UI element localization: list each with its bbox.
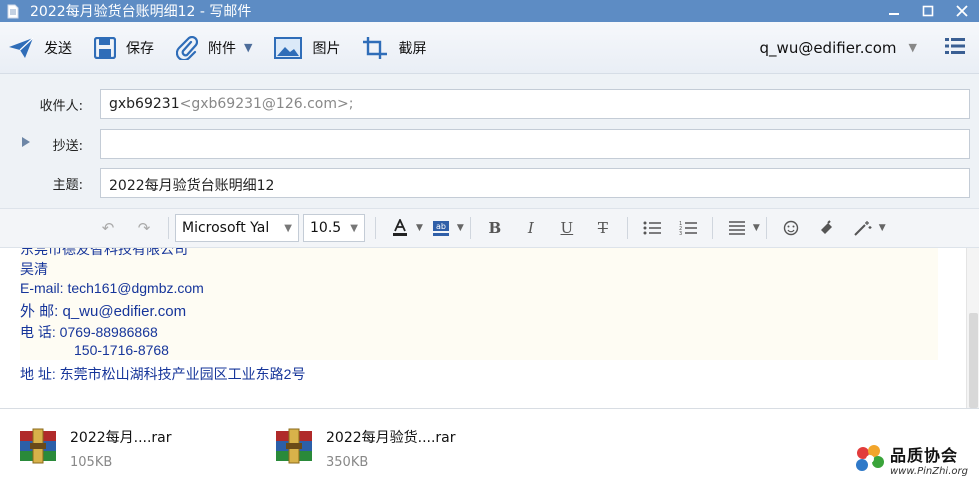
- attach-button[interactable]: 附件 ▼: [168, 30, 260, 66]
- bold-icon[interactable]: B: [482, 215, 508, 241]
- watermark-logo: 品质协会 www.PinZhi.org: [850, 440, 975, 478]
- svg-text:ab: ab: [436, 222, 446, 231]
- signature-name: 吴清: [20, 261, 48, 277]
- title-bar: 2022每月验货台账明细12 - 写邮件: [0, 0, 979, 22]
- bullet-list-icon[interactable]: [639, 215, 665, 241]
- subject-label: 主题:: [52, 178, 83, 193]
- account-selector[interactable]: q_wu@edifier.com ▼: [760, 39, 917, 57]
- attachment-name: 2022每月....rar: [70, 430, 172, 446]
- signature-external-email: 外 邮: q_wu@edifier.com: [20, 303, 187, 320]
- attachment-size: 350KB: [326, 455, 369, 470]
- window-title: 2022每月验货台账明细12 - 写邮件: [30, 4, 252, 20]
- rar-archive-icon: [20, 428, 56, 464]
- maximize-icon[interactable]: [911, 0, 945, 22]
- attachments-area: 2022每月....rar 105KB 2022每月验货....rar 350K…: [0, 408, 979, 479]
- align-icon[interactable]: [724, 215, 750, 241]
- chevron-down-icon[interactable]: ▼: [244, 41, 252, 54]
- save-icon: [94, 36, 116, 59]
- attachment-name: 2022每月验货....rar: [326, 430, 456, 446]
- watermark-title: 品质协会: [890, 445, 959, 465]
- attach-label: 附件: [208, 40, 236, 57]
- font-size-value: 10.5: [310, 220, 342, 236]
- crop-icon: [363, 36, 388, 59]
- attachment-item[interactable]: 2022每月验货....rar 350KB: [274, 427, 456, 470]
- italic-icon[interactable]: I: [518, 215, 544, 241]
- image-button[interactable]: 图片: [266, 30, 348, 66]
- paperclip-icon: [176, 35, 198, 60]
- format-painter-icon[interactable]: [814, 215, 840, 241]
- send-icon: [9, 37, 34, 58]
- send-label: 发送: [44, 40, 72, 57]
- screenshot-label: 截屏: [398, 40, 427, 57]
- to-row: 收件人: gxb69231<gxb69231@126.com>;: [0, 89, 979, 119]
- magic-wand-icon[interactable]: [850, 215, 876, 241]
- subject-row: 主题: 2022每月验货台账明细12: [0, 168, 979, 198]
- recipient-email: <gxb69231@126.com>;: [179, 96, 354, 112]
- save-button[interactable]: 保存: [86, 30, 162, 66]
- signature-mobile: 150-1716-8768: [74, 342, 169, 358]
- close-icon[interactable]: [945, 0, 979, 22]
- font-size-select[interactable]: 10.5 ▼: [303, 214, 365, 242]
- flower-logo-icon: [856, 445, 884, 471]
- chevron-down-icon[interactable]: ▼: [753, 223, 760, 233]
- redo-icon[interactable]: ↷: [131, 215, 157, 241]
- undo-icon[interactable]: ↶: [95, 215, 121, 241]
- strikethrough-icon[interactable]: T: [590, 215, 616, 241]
- cc-field[interactable]: [100, 129, 970, 159]
- picture-icon: [274, 36, 303, 59]
- signature-address: 地 址: 东莞市松山湖科技产业园区工业东路2号: [20, 366, 306, 382]
- emoji-icon[interactable]: [778, 215, 804, 241]
- menu-icon[interactable]: [945, 37, 965, 59]
- text-color-icon[interactable]: [387, 215, 413, 241]
- underline-icon[interactable]: U: [554, 215, 580, 241]
- cc-label: 抄送:: [52, 139, 83, 154]
- subject-field[interactable]: 2022每月验货台账明细12: [100, 168, 970, 198]
- chevron-down-icon[interactable]: ▼: [457, 223, 464, 233]
- format-toolbar: ↶ ↷ Microsoft Yal ▼ 10.5 ▼ ▼ ab ▼ B I U T …: [0, 208, 979, 248]
- document-icon: [6, 3, 20, 19]
- screenshot-button[interactable]: 截屏: [354, 30, 434, 66]
- chevron-down-icon: ▼: [284, 222, 292, 234]
- cc-row: 抄送:: [0, 129, 979, 159]
- main-toolbar: 发送 保存 附件 ▼ 图片 截屏 q_wu@edifier.com ▼: [0, 22, 979, 74]
- send-button[interactable]: 发送: [0, 30, 80, 66]
- image-label: 图片: [312, 40, 341, 57]
- chevron-down-icon: ▼: [350, 222, 358, 234]
- svg-text:3: 3: [679, 231, 682, 235]
- rar-archive-icon: [276, 428, 312, 464]
- chevron-down-icon: ▼: [908, 41, 917, 54]
- message-body[interactable]: 东莞市德友智科技有限公司 吴清 E-mail: tech161@dgmbz.co…: [0, 248, 966, 408]
- signature-email: E-mail: tech161@dgmbz.com: [20, 280, 204, 296]
- to-label: 收件人:: [39, 99, 83, 114]
- account-email: q_wu@edifier.com: [759, 38, 897, 57]
- compose-header: 收件人: gxb69231<gxb69231@126.com>; 抄送: 主题:…: [0, 74, 979, 208]
- chevron-down-icon[interactable]: ▼: [879, 223, 886, 233]
- font-family-select[interactable]: Microsoft Yal ▼: [175, 214, 299, 242]
- font-family-value: Microsoft Yal: [182, 220, 270, 236]
- to-field[interactable]: gxb69231<gxb69231@126.com>;: [100, 89, 970, 119]
- save-label: 保存: [126, 40, 154, 57]
- expand-triangle-icon[interactable]: [22, 137, 30, 147]
- numbered-list-icon[interactable]: 123: [675, 215, 701, 241]
- watermark-url: www.PinZhi.org: [890, 465, 968, 477]
- attachment-size: 105KB: [70, 455, 113, 470]
- chevron-down-icon[interactable]: ▼: [416, 223, 423, 233]
- recipient-name: gxb69231: [109, 96, 180, 112]
- signature-phone: 电 话: 0769-88986868: [20, 324, 158, 340]
- highlight-color-icon[interactable]: ab: [428, 215, 454, 241]
- vertical-scrollbar[interactable]: [966, 248, 979, 408]
- minimize-icon[interactable]: [877, 0, 911, 22]
- attachment-item[interactable]: 2022每月....rar 105KB: [18, 427, 172, 470]
- scrollbar-thumb[interactable]: [969, 313, 978, 408]
- signature-company: 东莞市德友智科技有限公司: [20, 248, 188, 257]
